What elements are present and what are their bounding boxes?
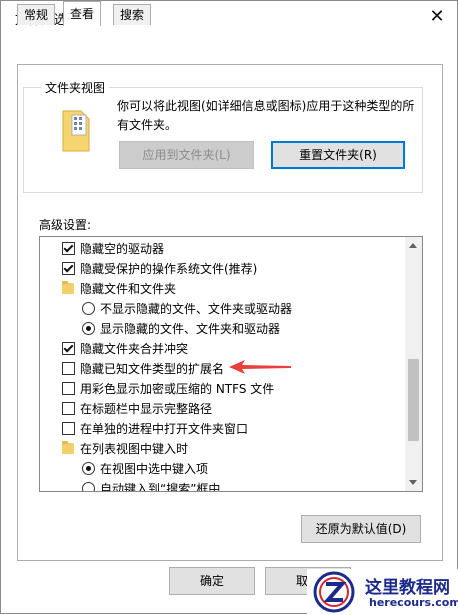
reset-folders-button[interactable]: 重置文件夹(R) bbox=[271, 141, 405, 169]
setting-label: 自动键入到“搜索”框中 bbox=[100, 482, 221, 492]
apply-to-folders-button[interactable]: 应用到文件夹(L) bbox=[119, 141, 254, 169]
setting-row[interactable]: 显示隐藏的文件、文件夹和驱动器 bbox=[40, 319, 400, 339]
checkbox-unchecked-icon[interactable] bbox=[62, 382, 75, 395]
setting-row: 隐藏文件和文件夹 bbox=[40, 279, 400, 299]
scroll-down-icon[interactable] bbox=[409, 480, 417, 485]
setting-label: 隐藏空的驱动器 bbox=[80, 242, 165, 256]
setting-label: 用彩色显示加密或压缩的 NTFS 文件 bbox=[80, 382, 275, 396]
checkbox-checked-icon[interactable] bbox=[62, 342, 75, 355]
checkbox-checked-icon[interactable] bbox=[62, 262, 75, 275]
folder-options-dialog: 文件夹选项 ✕ 常规 查看 搜索 文件夹视图 你可以将此视图(如详细信息或图标)… bbox=[0, 0, 458, 615]
restore-defaults-button[interactable]: 还原为默认值(D) bbox=[301, 515, 421, 543]
radio-selected-icon[interactable] bbox=[82, 462, 95, 475]
scroll-thumb[interactable] bbox=[408, 359, 419, 441]
radio-selected-icon[interactable] bbox=[82, 322, 95, 335]
setting-label: 隐藏文件和文件夹 bbox=[80, 282, 177, 296]
checkbox-unchecked-icon[interactable] bbox=[62, 362, 75, 375]
folder-views-label: 文件夹视图 bbox=[41, 79, 110, 96]
setting-label: 在标题栏中显示完整路径 bbox=[80, 402, 213, 416]
folder-icon bbox=[62, 281, 74, 294]
checkbox-unchecked-icon[interactable] bbox=[62, 402, 75, 415]
setting-row: 在列表视图中键入时 bbox=[40, 439, 400, 459]
setting-label: 显示隐藏的文件、文件夹和驱动器 bbox=[100, 322, 281, 336]
setting-row[interactable]: 隐藏文件夹合并冲突 bbox=[40, 339, 400, 359]
ok-button[interactable]: 确定 bbox=[169, 567, 255, 595]
tab-view[interactable]: 查看 bbox=[63, 1, 102, 26]
setting-row[interactable]: 隐藏受保护的操作系统文件(推荐) bbox=[40, 259, 400, 279]
watermark-logo-icon bbox=[313, 571, 355, 613]
advanced-settings-label: 高级设置: bbox=[39, 218, 92, 232]
checkbox-checked-icon[interactable] bbox=[62, 242, 75, 255]
setting-row[interactable]: 用彩色显示加密或压缩的 NTFS 文件 bbox=[40, 379, 400, 399]
setting-label: 在视图中选中键入项 bbox=[100, 462, 209, 476]
setting-label: 在单独的进程中打开文件夹窗口 bbox=[80, 422, 249, 436]
setting-label: 隐藏已知文件类型的扩展名 bbox=[80, 362, 225, 376]
watermark-title: 这里教程网 bbox=[365, 578, 450, 598]
tab-search[interactable]: 搜索 bbox=[113, 4, 152, 25]
folder-view-icon bbox=[62, 110, 90, 152]
setting-label: 不显示隐藏的文件、文件夹或驱动器 bbox=[100, 302, 293, 316]
scroll-up-icon[interactable] bbox=[409, 243, 417, 248]
tab-general[interactable]: 常规 bbox=[17, 4, 56, 25]
vertical-scrollbar[interactable] bbox=[405, 237, 422, 491]
setting-row[interactable]: 隐藏已知文件类型的扩展名 bbox=[40, 359, 400, 379]
folder-views-description: 你可以将此视图(如详细信息或图标)应用于这种类型的所有文件夹。 bbox=[117, 99, 415, 132]
radio-unselected-icon[interactable] bbox=[82, 302, 95, 315]
setting-row[interactable]: 在单独的进程中打开文件夹窗口 bbox=[40, 419, 400, 439]
watermark: 这里教程网 herecours.com bbox=[307, 569, 458, 615]
annotation-arrow-icon bbox=[229, 360, 291, 374]
setting-row[interactable]: 隐藏空的驱动器 bbox=[40, 239, 400, 259]
watermark-url: herecours.com bbox=[369, 596, 458, 609]
setting-row[interactable]: 在标题栏中显示完整路径 bbox=[40, 399, 400, 419]
checkbox-unchecked-icon[interactable] bbox=[62, 422, 75, 435]
setting-label: 在列表视图中键入时 bbox=[80, 442, 189, 456]
setting-label: 隐藏受保护的操作系统文件(推荐) bbox=[80, 262, 258, 276]
folder-icon bbox=[62, 441, 74, 454]
close-icon[interactable]: ✕ bbox=[425, 5, 449, 29]
setting-row[interactable]: 不显示隐藏的文件、文件夹或驱动器 bbox=[40, 299, 400, 319]
setting-row[interactable]: 在视图中选中键入项 bbox=[40, 459, 400, 479]
setting-label: 隐藏文件夹合并冲突 bbox=[80, 342, 189, 356]
setting-row[interactable]: 自动键入到“搜索”框中 bbox=[40, 479, 400, 492]
radio-unselected-icon[interactable] bbox=[82, 482, 95, 491]
